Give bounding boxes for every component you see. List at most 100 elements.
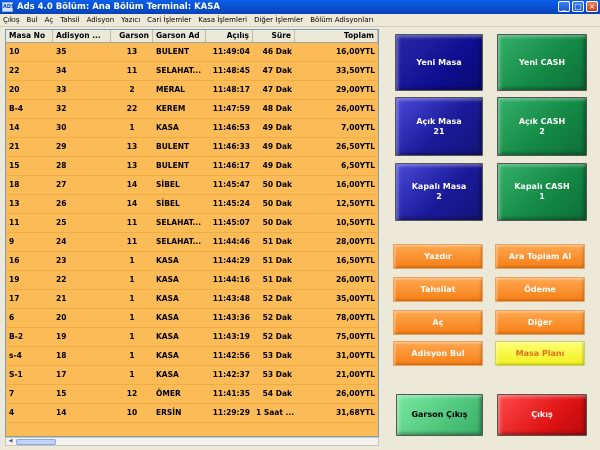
column-header[interactable]: Garson [111, 30, 153, 42]
table-cell: 11:46:53 [212, 123, 250, 132]
maximize-button[interactable]: □ [572, 1, 584, 12]
table-row[interactable]: s-4 18 1 KASA 11:42:56 53 Dak 31,00YTL [6, 347, 378, 366]
ara-toplam-button[interactable]: Ara Toplam Al [495, 244, 585, 269]
table-cell: 14 [126, 180, 138, 189]
table-cell: 22 [56, 275, 67, 284]
minimize-button[interactable]: _ [558, 1, 570, 12]
garson-cikis-button[interactable]: Garson Çıkış [396, 394, 483, 436]
menu-diger-islemler[interactable]: Diğer İşlemler [254, 16, 303, 24]
table-row[interactable]: 6 20 1 KASA 11:43:36 52 Dak 78,00YTL [6, 309, 378, 328]
table-cell: 11:43:19 [212, 332, 250, 341]
table-cell: KASA [156, 256, 179, 265]
table-cell: 11:43:48 [212, 294, 250, 303]
table-cell: 13 [126, 47, 138, 56]
column-header[interactable]: Toplam [295, 30, 378, 42]
column-header[interactable]: Garson Ad [153, 30, 206, 42]
table-cell: 30 [56, 123, 67, 132]
table-cell: 26,00YTL [335, 104, 375, 113]
table-row[interactable]: S-1 17 1 KASA 11:42:37 53 Dak 21,00YTL [6, 366, 378, 385]
table-cell: 51 Dak [262, 256, 292, 265]
acik-cash-button[interactable]: Açık CASH 2 [497, 97, 587, 156]
odeme-button[interactable]: Ödeme [495, 277, 585, 302]
horizontal-scrollbar[interactable]: ◀ [5, 437, 379, 446]
table-row[interactable]: 11 25 11 SELAHAT... 11:45:07 50 Dak 10,50YTL [6, 214, 378, 233]
adisyon-grid[interactable]: Masa No Adisyon ... Garson Garson Ad Açı… [5, 29, 379, 437]
ac-button[interactable]: Aç [393, 310, 483, 335]
menu-adisyon[interactable]: Adisyon [87, 16, 115, 24]
table-row[interactable]: 21 29 13 BULENT 11:46:33 49 Dak 26,50YTL [6, 138, 378, 157]
table-cell: 1 [129, 370, 135, 379]
table-row[interactable]: B-2 19 1 KASA 11:43:19 52 Dak 75,00YTL [6, 328, 378, 347]
table-cell: 22 [9, 66, 20, 75]
table-row[interactable]: 4 14 10 ERSİN 11:29:29 1 Saat ... 31,68YTL [6, 404, 378, 423]
table-cell: 4 [9, 408, 15, 417]
masa-plani-button[interactable]: Masa Planı [495, 341, 585, 366]
diger-button[interactable]: Diğer [495, 310, 585, 335]
table-row[interactable]: 9 24 11 SELAHAT... 11:44:46 51 Dak 28,00YTL [6, 233, 378, 252]
table-cell: 47 Dak [262, 66, 292, 75]
table-row[interactable]: 18 27 14 SİBEL 11:45:47 50 Dak 16,00YTL [6, 176, 378, 195]
table-cell: 35 [56, 47, 67, 56]
table-cell: 11:45:24 [212, 199, 250, 208]
yazdir-button[interactable]: Yazdır [393, 244, 483, 269]
table-cell: S-1 [9, 370, 23, 379]
kapali-cash-button[interactable]: Kapalı CASH 1 [497, 163, 587, 221]
table-cell: 10,50YTL [335, 218, 375, 227]
table-cell: 6 [9, 313, 15, 322]
menu-bar: Çıkış Bul Aç Tahsil Adisyon Yazıcı Cari … [0, 14, 600, 27]
scroll-left-icon[interactable]: ◀ [6, 438, 15, 445]
menu-tahsil[interactable]: Tahsil [60, 16, 79, 24]
grid-header: Masa No Adisyon ... Garson Garson Ad Açı… [6, 30, 378, 43]
table-cell: 52 Dak [262, 332, 292, 341]
column-header[interactable]: Adisyon ... [53, 30, 111, 42]
table-row[interactable]: 14 30 1 KASA 11:46:53 49 Dak 7,00YTL [6, 119, 378, 138]
yeni-masa-button[interactable]: Yeni Masa [395, 34, 483, 91]
table-row[interactable]: 7 15 12 ÖMER 11:41:35 54 Dak 26,00YTL [6, 385, 378, 404]
table-cell: ÖMER [156, 389, 181, 398]
menu-kasa-islemleri[interactable]: Kasa İşlemleri [198, 16, 247, 24]
table-row[interactable]: 16 23 1 KASA 11:44:29 51 Dak 16,50YTL [6, 252, 378, 271]
table-row[interactable]: B-4 32 22 KEREM 11:47:59 48 Dak 26,00YTL [6, 100, 378, 119]
menu-cari-islemler[interactable]: Cari İşlemler [147, 16, 191, 24]
menu-yazici[interactable]: Yazıcı [121, 16, 140, 24]
table-row[interactable]: 15 28 13 BULENT 11:46:17 49 Dak 6,50YTL [6, 157, 378, 176]
table-cell: MERAL [156, 85, 185, 94]
table-cell: SİBEL [156, 180, 180, 189]
table-cell: 9 [9, 237, 15, 246]
table-cell: 28 [56, 161, 67, 170]
tahsilat-button[interactable]: Tahsilat [393, 277, 483, 302]
table-cell: 2 [129, 85, 135, 94]
yeni-cash-button[interactable]: Yeni CASH [497, 34, 587, 91]
table-row[interactable]: 13 26 14 SİBEL 11:45:24 50 Dak 12,50YTL [6, 195, 378, 214]
table-row[interactable]: 20 33 2 MERAL 11:48:17 47 Dak 29,00YTL [6, 81, 378, 100]
table-row[interactable]: 22 34 11 SELAHAT... 11:48:45 47 Dak 33,50YTL [6, 62, 378, 81]
table-cell: 10 [9, 47, 20, 56]
table-cell: KASA [156, 351, 179, 360]
table-row[interactable]: 10 35 13 BULENT 11:49:04 46 Dak 16,00YTL [6, 43, 378, 62]
menu-bul[interactable]: Bul [26, 16, 37, 24]
column-header[interactable]: Süre [253, 30, 295, 42]
menu-ac[interactable]: Aç [45, 16, 54, 24]
kapali-masa-button[interactable]: Kapalı Masa 2 [395, 163, 483, 221]
column-header[interactable]: Masa No [6, 30, 53, 42]
cikis-button[interactable]: Çıkış [497, 394, 587, 436]
table-cell: 31,00YTL [335, 351, 375, 360]
menu-cikis[interactable]: Çıkış [3, 16, 19, 24]
table-cell: 52 Dak [262, 294, 292, 303]
scroll-thumb[interactable] [16, 438, 56, 445]
table-row[interactable]: 19 22 1 KASA 11:44:16 51 Dak 26,00YTL [6, 271, 378, 290]
table-cell: 14 [9, 123, 20, 132]
table-cell: 16,00YTL [335, 47, 375, 56]
close-button[interactable]: × [586, 1, 598, 12]
table-cell: 11:44:46 [212, 237, 250, 246]
table-row[interactable]: 17 21 1 KASA 11:43:48 52 Dak 35,00YTL [6, 290, 378, 309]
table-cell: SİBEL [156, 199, 180, 208]
table-cell: 12 [126, 389, 138, 398]
acik-masa-button[interactable]: Açık Masa 21 [395, 97, 483, 156]
column-header[interactable]: Açılış [206, 30, 253, 42]
window-controls: _ □ × [558, 1, 598, 12]
table-cell: 16,50YTL [335, 256, 375, 265]
table-cell: 15 [9, 161, 20, 170]
adisyon-bul-button[interactable]: Adisyon Bul [393, 341, 483, 366]
menu-bolum-adisyonlari[interactable]: Bölüm Adisyonları [310, 16, 373, 24]
